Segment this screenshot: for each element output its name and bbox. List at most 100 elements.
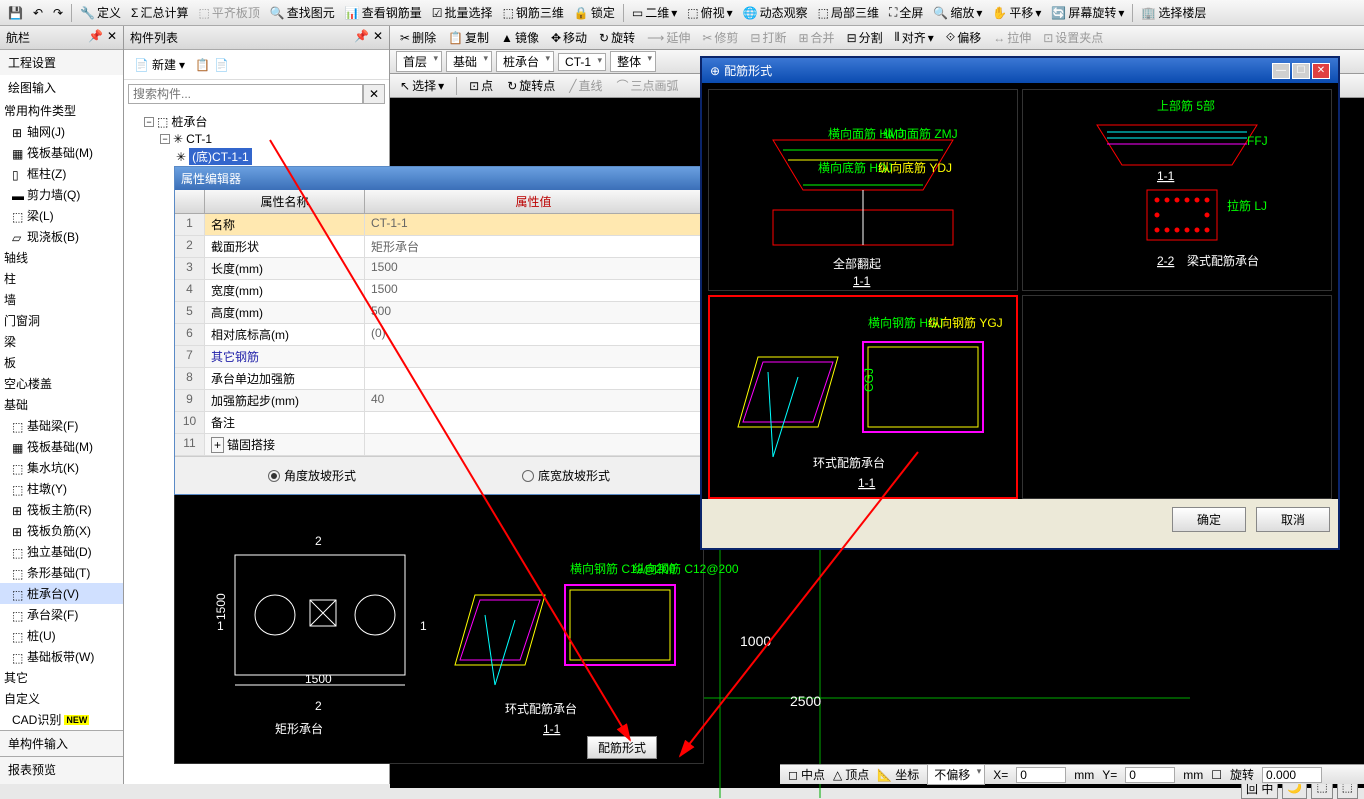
prop-row-6[interactable]: 6相对底标高(m)(0) [175, 324, 703, 346]
config-rebar-button[interactable]: 配筋形式 [587, 736, 657, 759]
nav-cat-axis[interactable]: 轴线 [0, 247, 123, 268]
midpoint-toggle[interactable]: ◻中点 [788, 766, 825, 783]
offset-button[interactable]: ⟐偏移 [942, 27, 985, 48]
nav-fitem-8[interactable]: ⬚桩承台(V) [0, 583, 123, 604]
prop-row-3[interactable]: 3长度(mm)1500 [175, 258, 703, 280]
extend-button[interactable]: ⟶延伸 [643, 27, 694, 48]
2d-button[interactable]: ▭二维 ▾ [628, 2, 681, 23]
tree-close-icon[interactable]: ✕ [373, 29, 383, 46]
rotate-button[interactable]: ↻旋转 [595, 27, 639, 48]
nav-fitem-0[interactable]: ⬚基础梁(F) [0, 415, 123, 436]
tree-paste-icon[interactable]: 📄 [214, 58, 229, 72]
nav-item-raft[interactable]: ▦筏板基础(M) [0, 142, 123, 163]
dialog-option-beam[interactable]: 上部筋 5部 FFJ 1-1 拉筋 LJ 2-2 梁式配筋承台 [1022, 89, 1332, 291]
prop-row-10[interactable]: 10备注 [175, 412, 703, 434]
tree-copy-icon[interactable]: 📋 [195, 58, 210, 72]
prop-row-11[interactable]: 11+锚固搭接 [175, 434, 703, 456]
align-button[interactable]: ⫴对齐 ▾ [891, 27, 938, 48]
undo-icon[interactable]: ↶ [29, 4, 47, 22]
redo-icon[interactable]: ↷ [49, 4, 67, 22]
nav-fitem-3[interactable]: ⬚柱墩(Y) [0, 478, 123, 499]
nav-fitem-7[interactable]: ⬚条形基础(T) [0, 562, 123, 583]
dialog-option-allflip[interactable]: 横向面筋 HMJ 纵向面筋 ZMJ 横向底筋 HDJ 纵向底筋 YDJ 全部翻起… [708, 89, 1018, 291]
coord-toggle[interactable]: 📐坐标 [877, 766, 919, 783]
split-button[interactable]: ⊟分割 [843, 27, 887, 48]
lock-button[interactable]: 🔒锁定 [570, 2, 619, 23]
rotate-input[interactable] [1262, 767, 1322, 783]
dialog-cancel-button[interactable]: 取消 [1256, 507, 1330, 532]
pile-dropdown[interactable]: 桩承台 [496, 51, 554, 72]
dialog-max-icon[interactable]: ☐ [1292, 63, 1310, 79]
mirror-button[interactable]: ▲镜像 [497, 27, 543, 48]
trim-button[interactable]: ✂修剪 [698, 27, 742, 48]
nav-cad[interactable]: CAD识别 NEW [0, 709, 123, 730]
tree-child1[interactable]: −✳CT-1 [128, 131, 385, 147]
dialog-titlebar[interactable]: ⊕配筋形式 — ☐ ✕ [702, 58, 1338, 83]
delete-button[interactable]: ✂删除 [396, 27, 440, 48]
prop-row-5[interactable]: 5高度(mm)500 [175, 302, 703, 324]
nav-fitem-4[interactable]: ⊞筏板主筋(R) [0, 499, 123, 520]
dialog-min-icon[interactable]: — [1272, 63, 1290, 79]
screen-rotate-button[interactable]: 🔄屏幕旋转 ▾ [1047, 2, 1128, 23]
tree-pin-icon[interactable]: 📌 [354, 29, 369, 46]
nav-item-wall[interactable]: ▬剪力墙(Q) [0, 184, 123, 205]
check-rebar-button[interactable]: 📊查看钢筋量 [341, 2, 426, 23]
nav-cat-board[interactable]: 板 [0, 352, 123, 373]
radio-angle[interactable]: 角度放坡形式 [268, 467, 356, 484]
nav-cat-column[interactable]: 柱 [0, 268, 123, 289]
select-btn[interactable]: ↖选择 ▾ [396, 75, 448, 96]
dialog-close-icon[interactable]: ✕ [1312, 63, 1330, 79]
select-floor-button[interactable]: 🏢选择楼层 [1137, 2, 1210, 23]
sum-calc-button[interactable]: Σ汇总计算 [127, 2, 192, 23]
nav-project-settings[interactable]: 工程设置 [0, 50, 123, 75]
base-dropdown[interactable]: 基础 [446, 51, 492, 72]
nav-item-beam[interactable]: ⬚梁(L) [0, 205, 123, 226]
nav-cat-custom[interactable]: 自定义 [0, 688, 123, 709]
nav-item-slab[interactable]: ▱现浇板(B) [0, 226, 123, 247]
pan-button[interactable]: ✋平移 ▾ [988, 2, 1045, 23]
prop-row-7[interactable]: 7其它钢筋 [175, 346, 703, 368]
break-button[interactable]: ⊟打断 [746, 27, 790, 48]
tree-child2[interactable]: ✳(底)CT-1-1 [128, 147, 385, 166]
nav-cat-beam[interactable]: 梁 [0, 331, 123, 352]
nav-fitem-11[interactable]: ⬚基础板带(W) [0, 646, 123, 667]
whole-dropdown[interactable]: 整体 [610, 51, 656, 72]
radio-width[interactable]: 底宽放坡形式 [522, 467, 610, 484]
batch-select-button[interactable]: ☑批量选择 [428, 2, 497, 23]
prop-row-1[interactable]: 1名称CT-1-1 [175, 214, 703, 236]
nav-fitem-5[interactable]: ⊞筏板负筋(X) [0, 520, 123, 541]
ct-dropdown[interactable]: CT-1 [558, 53, 606, 71]
zoom-button[interactable]: 🔍缩放 ▾ [929, 2, 986, 23]
tree-root[interactable]: −⬚桩承台 [128, 112, 385, 131]
perspective-button[interactable]: ⬚俯视 ▾ [683, 2, 736, 23]
move-button[interactable]: ✥移动 [547, 27, 591, 48]
y-input[interactable] [1125, 767, 1175, 783]
define-button[interactable]: 🔧定义 [76, 2, 125, 23]
local-3d-button[interactable]: ⬚局部三维 [814, 2, 883, 23]
nav-close-icon[interactable]: ✕ [107, 29, 117, 46]
set-grip-button[interactable]: ⊡设置夹点 [1039, 27, 1107, 48]
arc-btn[interactable]: ⌒三点画弧 [613, 75, 683, 96]
nav-pin-icon[interactable]: 📌 [88, 29, 103, 46]
flat-plate-button[interactable]: ⬚平齐板顶 [194, 2, 263, 23]
prop-row-8[interactable]: 8承台单边加强筋 [175, 368, 703, 390]
nav-fitem-6[interactable]: ⬚独立基础(D) [0, 541, 123, 562]
fullscreen-button[interactable]: ⛶全屏 [885, 2, 927, 23]
nav-item-col[interactable]: ▯框柱(Z) [0, 163, 123, 184]
nav-report-preview[interactable]: 报表预览 [0, 756, 123, 782]
point-btn[interactable]: ⊡点 [465, 75, 497, 96]
floor-dropdown[interactable]: 首层 [396, 51, 442, 72]
vertex-toggle[interactable]: △顶点 [833, 766, 869, 783]
tree-search-button[interactable]: ✕ [363, 84, 385, 104]
prop-row-4[interactable]: 4宽度(mm)1500 [175, 280, 703, 302]
nav-cat-wall[interactable]: 墙 [0, 289, 123, 310]
rebar-3d-button[interactable]: ⬚钢筋三维 [499, 2, 568, 23]
rot-point-btn[interactable]: ↻旋转点 [503, 75, 559, 96]
find-elem-button[interactable]: 🔍查找图元 [266, 2, 339, 23]
nav-draw-input[interactable]: 绘图输入 [0, 75, 123, 100]
copy-button[interactable]: 📋复制 [444, 27, 493, 48]
nav-fitem-2[interactable]: ⬚集水坑(K) [0, 457, 123, 478]
line-btn[interactable]: ╱直线 [565, 75, 606, 96]
nav-single-input[interactable]: 单构件输入 [0, 730, 123, 756]
prop-row-9[interactable]: 9加强筋起步(mm)40 [175, 390, 703, 412]
